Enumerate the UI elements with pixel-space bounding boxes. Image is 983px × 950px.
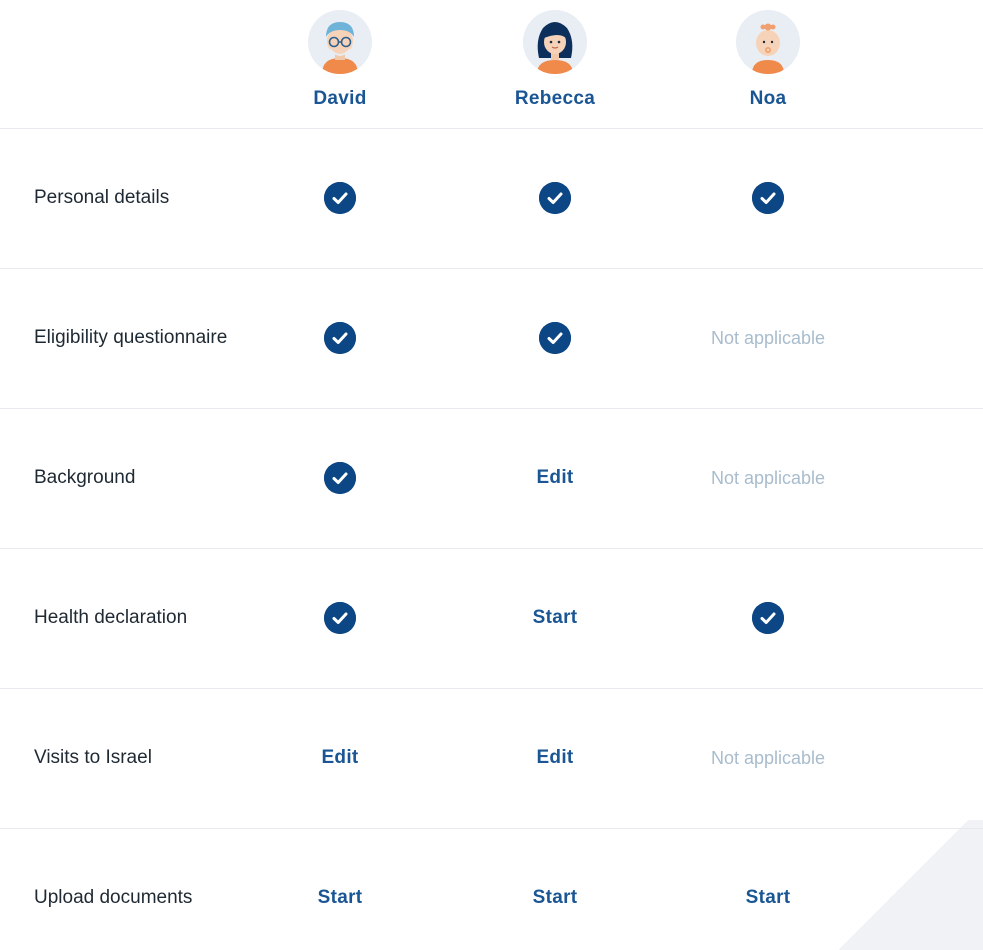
- status-cell: [324, 462, 356, 494]
- status-cell: [752, 602, 784, 634]
- status-cell: Edit: [536, 747, 573, 769]
- person-column-header: David: [270, 10, 410, 110]
- person-name: David: [313, 88, 367, 109]
- status-cell: Not applicable: [698, 742, 838, 774]
- start-link[interactable]: Start: [533, 887, 578, 909]
- not-applicable-text: Not applicable: [710, 748, 826, 768]
- status-cell: Not applicable: [698, 462, 838, 494]
- table-row: Health declaration Start: [0, 548, 983, 689]
- table-row: Eligibility questionnaire Not applicable: [0, 268, 983, 409]
- not-applicable-text: Not applicable: [710, 328, 826, 348]
- status-cell: Not applicable: [698, 322, 838, 354]
- check-circle-icon: [324, 462, 356, 494]
- check-circle-icon: [752, 602, 784, 634]
- check-circle-icon: [324, 602, 356, 634]
- check-circle-icon: [539, 322, 571, 354]
- man-glasses-avatar-icon: [308, 10, 372, 74]
- status-cell: Start: [533, 887, 578, 909]
- status-cell: [324, 322, 356, 354]
- person-column-header: Rebecca: [485, 10, 625, 110]
- application-status-table: David Rebecca Noa Personal details Eligibil…: [0, 0, 983, 950]
- status-cell: Start: [533, 607, 578, 629]
- row-label: Upload documents: [34, 887, 193, 908]
- edit-link[interactable]: Edit: [321, 747, 358, 769]
- start-link[interactable]: Start: [746, 887, 791, 909]
- table-header: David Rebecca Noa: [0, 0, 983, 129]
- person-name: Rebecca: [514, 88, 596, 109]
- start-link[interactable]: Start: [318, 887, 363, 909]
- check-circle-icon: [752, 182, 784, 214]
- row-label: Eligibility questionnaire: [34, 327, 228, 348]
- not-applicable-text: Not applicable: [710, 468, 826, 488]
- status-cell: [539, 322, 571, 354]
- person-column-header: Noa: [698, 10, 838, 110]
- status-cell: Start: [746, 887, 791, 909]
- check-circle-icon: [324, 322, 356, 354]
- row-label: Personal details: [34, 187, 170, 208]
- row-label: Background: [34, 467, 136, 488]
- row-label: Visits to Israel: [34, 747, 152, 768]
- status-cell: Edit: [321, 747, 358, 769]
- status-cell: [324, 602, 356, 634]
- table-row: Visits to Israel Edit Edit Not applicable: [0, 688, 983, 829]
- edit-link[interactable]: Edit: [536, 747, 573, 769]
- status-cell: Start: [318, 887, 363, 909]
- check-circle-icon: [324, 182, 356, 214]
- edit-link[interactable]: Edit: [536, 467, 573, 489]
- woman-avatar-icon: [523, 10, 587, 74]
- table-row: Background Edit Not applicable: [0, 408, 983, 549]
- status-cell: [752, 182, 784, 214]
- person-name: Noa: [749, 88, 787, 109]
- check-circle-icon: [539, 182, 571, 214]
- status-cell: [324, 182, 356, 214]
- status-cell: [539, 182, 571, 214]
- table-row: Upload documents Start Start Start: [0, 828, 983, 950]
- row-label: Health declaration: [34, 607, 188, 628]
- baby-avatar-icon: [736, 10, 800, 74]
- start-link[interactable]: Start: [533, 607, 578, 629]
- table-row: Personal details: [0, 128, 983, 269]
- status-cell: Edit: [536, 467, 573, 489]
